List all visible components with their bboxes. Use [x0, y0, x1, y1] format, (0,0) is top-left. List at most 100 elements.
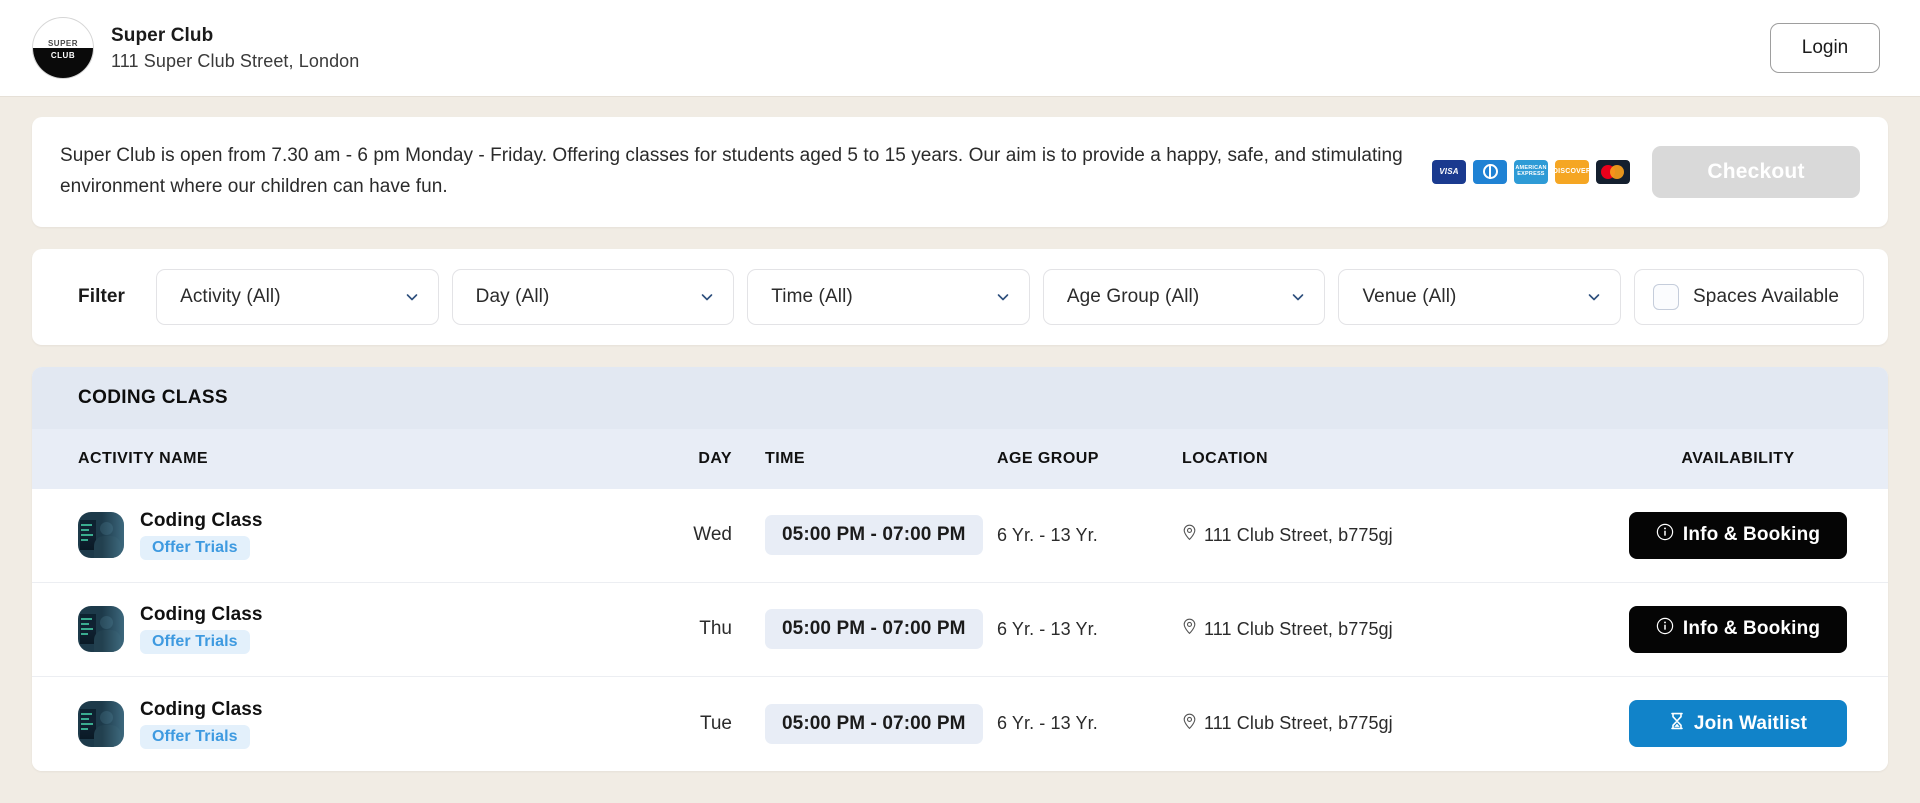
table-column-headers: ACTIVITY NAME DAY TIME AGE GROUP LOCATIO…	[32, 429, 1888, 489]
time-badge: 05:00 PM - 07:00 PM	[765, 704, 983, 744]
chevron-down-icon	[995, 289, 1011, 305]
activity-name-block: Coding Class Offer Trials	[140, 604, 263, 654]
table-group-header: CODING CLASS	[32, 367, 1888, 429]
logo-top-text: SUPER	[33, 39, 93, 48]
table-row[interactable]: Coding Class Offer Trials Wed 05:00 PM -…	[32, 489, 1888, 583]
visa-icon: VISA	[1432, 160, 1466, 184]
activity-thumbnail-icon	[78, 512, 124, 558]
info-and-booking-label: Info & Booking	[1683, 618, 1820, 640]
info-banner: Super Club is open from 7.30 am - 6 pm M…	[32, 117, 1888, 227]
age-group-value: 6 Yr. - 13 Yr.	[997, 619, 1098, 639]
brand-text: Super Club 111 Super Club Street, London	[111, 23, 359, 73]
brand-name: Super Club	[111, 23, 359, 49]
filter-select-time-value: Time (All)	[771, 286, 853, 308]
activities-table: CODING CLASS ACTIVITY NAME DAY TIME AGE …	[32, 367, 1888, 771]
activity-name: Coding Class	[140, 510, 263, 532]
offer-trials-badge: Offer Trials	[140, 536, 250, 560]
info-circle-icon	[1656, 617, 1674, 641]
chevron-down-icon	[1586, 289, 1602, 305]
spaces-available-toggle[interactable]: Spaces Available	[1634, 269, 1864, 325]
filter-select-activity-value: Activity (All)	[180, 286, 281, 308]
time-badge: 05:00 PM - 07:00 PM	[765, 609, 983, 649]
activity-name-block: Coding Class Offer Trials	[140, 510, 263, 560]
cell-availability: Join Waitlist	[1588, 700, 1888, 747]
app-header: SUPER CLUB Super Club 111 Super Club Str…	[0, 0, 1920, 97]
cell-time: 05:00 PM - 07:00 PM	[732, 515, 997, 555]
filter-select-day[interactable]: Day (All)	[452, 269, 735, 325]
diners-club-icon	[1473, 160, 1507, 184]
age-group-value: 6 Yr. - 13 Yr.	[997, 525, 1098, 545]
cell-age-group: 6 Yr. - 13 Yr.	[997, 619, 1182, 640]
logo-bottom-text: CLUB	[33, 51, 93, 60]
chevron-down-icon	[1290, 289, 1306, 305]
offer-trials-badge: Offer Trials	[140, 725, 250, 749]
cell-age-group: 6 Yr. - 13 Yr.	[997, 713, 1182, 734]
day-value: Wed	[693, 524, 732, 545]
column-header-time: TIME	[732, 450, 997, 468]
brand-address: 111 Super Club Street, London	[111, 49, 359, 73]
cell-location: 111 Club Street, b775gj	[1182, 618, 1588, 640]
column-header-availability: AVAILABILITY	[1588, 450, 1888, 468]
join-waitlist-button[interactable]: Join Waitlist	[1629, 700, 1847, 747]
column-header-location: LOCATION	[1182, 450, 1588, 468]
info-and-booking-button[interactable]: Info & Booking	[1629, 512, 1847, 559]
table-row[interactable]: Coding Class Offer Trials Tue 05:00 PM -…	[32, 677, 1888, 771]
page-body: Super Club is open from 7.30 am - 6 pm M…	[0, 97, 1920, 771]
cell-availability: Info & Booking	[1588, 606, 1888, 653]
brand: SUPER CLUB Super Club 111 Super Club Str…	[32, 17, 359, 79]
banner-actions: VISA AMERICANEXPRESS DISCOVER Checkout	[1432, 146, 1860, 198]
cell-time: 05:00 PM - 07:00 PM	[732, 704, 997, 744]
discover-icon: DISCOVER	[1555, 160, 1589, 184]
info-circle-icon	[1656, 523, 1674, 547]
info-and-booking-button[interactable]: Info & Booking	[1629, 606, 1847, 653]
super-club-logo: SUPER CLUB	[32, 17, 94, 79]
map-pin-icon	[1182, 524, 1197, 546]
activity-name: Coding Class	[140, 604, 263, 626]
filter-select-activity[interactable]: Activity (All)	[156, 269, 439, 325]
table-row[interactable]: Coding Class Offer Trials Thu 05:00 PM -…	[32, 583, 1888, 677]
info-banner-text: Super Club is open from 7.30 am - 6 pm M…	[60, 141, 1405, 203]
location-value: 111 Club Street, b775gj	[1204, 713, 1393, 734]
join-waitlist-label: Join Waitlist	[1694, 713, 1807, 735]
filter-label: Filter	[56, 286, 143, 308]
cell-availability: Info & Booking	[1588, 512, 1888, 559]
mastercard-icon	[1596, 160, 1630, 184]
activity-name-block: Coding Class Offer Trials	[140, 699, 263, 749]
filter-select-age-group[interactable]: Age Group (All)	[1043, 269, 1326, 325]
map-pin-icon	[1182, 618, 1197, 640]
activity-name: Coding Class	[140, 699, 263, 721]
filter-select-venue-value: Venue (All)	[1362, 286, 1456, 308]
time-badge: 05:00 PM - 07:00 PM	[765, 515, 983, 555]
cell-activity-name: Coding Class Offer Trials	[32, 604, 647, 654]
offer-trials-badge: Offer Trials	[140, 630, 250, 654]
filter-select-age-group-value: Age Group (All)	[1067, 286, 1199, 308]
column-header-age-group: AGE GROUP	[997, 450, 1182, 468]
filter-select-venue[interactable]: Venue (All)	[1338, 269, 1621, 325]
cell-location: 111 Club Street, b775gj	[1182, 713, 1588, 735]
chevron-down-icon	[404, 289, 420, 305]
filter-bar: Filter Activity (All) Day (All) Time (Al…	[32, 249, 1888, 345]
day-value: Thu	[699, 618, 732, 639]
cell-age-group: 6 Yr. - 13 Yr.	[997, 525, 1182, 546]
cell-time: 05:00 PM - 07:00 PM	[732, 609, 997, 649]
spaces-available-checkbox[interactable]	[1653, 284, 1679, 310]
column-header-day: DAY	[647, 450, 732, 468]
american-express-icon: AMERICANEXPRESS	[1514, 160, 1548, 184]
map-pin-icon	[1182, 713, 1197, 735]
cell-day: Tue	[647, 713, 732, 735]
spaces-available-label: Spaces Available	[1693, 286, 1839, 308]
cell-activity-name: Coding Class Offer Trials	[32, 699, 647, 749]
filter-select-time[interactable]: Time (All)	[747, 269, 1030, 325]
cell-activity-name: Coding Class Offer Trials	[32, 510, 647, 560]
day-value: Tue	[700, 713, 732, 734]
location-value: 111 Club Street, b775gj	[1204, 619, 1393, 640]
column-header-activity-name: ACTIVITY NAME	[32, 450, 647, 468]
chevron-down-icon	[699, 289, 715, 305]
cell-day: Wed	[647, 524, 732, 546]
checkout-button[interactable]: Checkout	[1652, 146, 1860, 198]
hourglass-icon	[1669, 712, 1685, 736]
cell-location: 111 Club Street, b775gj	[1182, 524, 1588, 546]
payment-methods: VISA AMERICANEXPRESS DISCOVER	[1432, 160, 1630, 184]
location-value: 111 Club Street, b775gj	[1204, 525, 1393, 546]
login-button[interactable]: Login	[1770, 23, 1880, 73]
